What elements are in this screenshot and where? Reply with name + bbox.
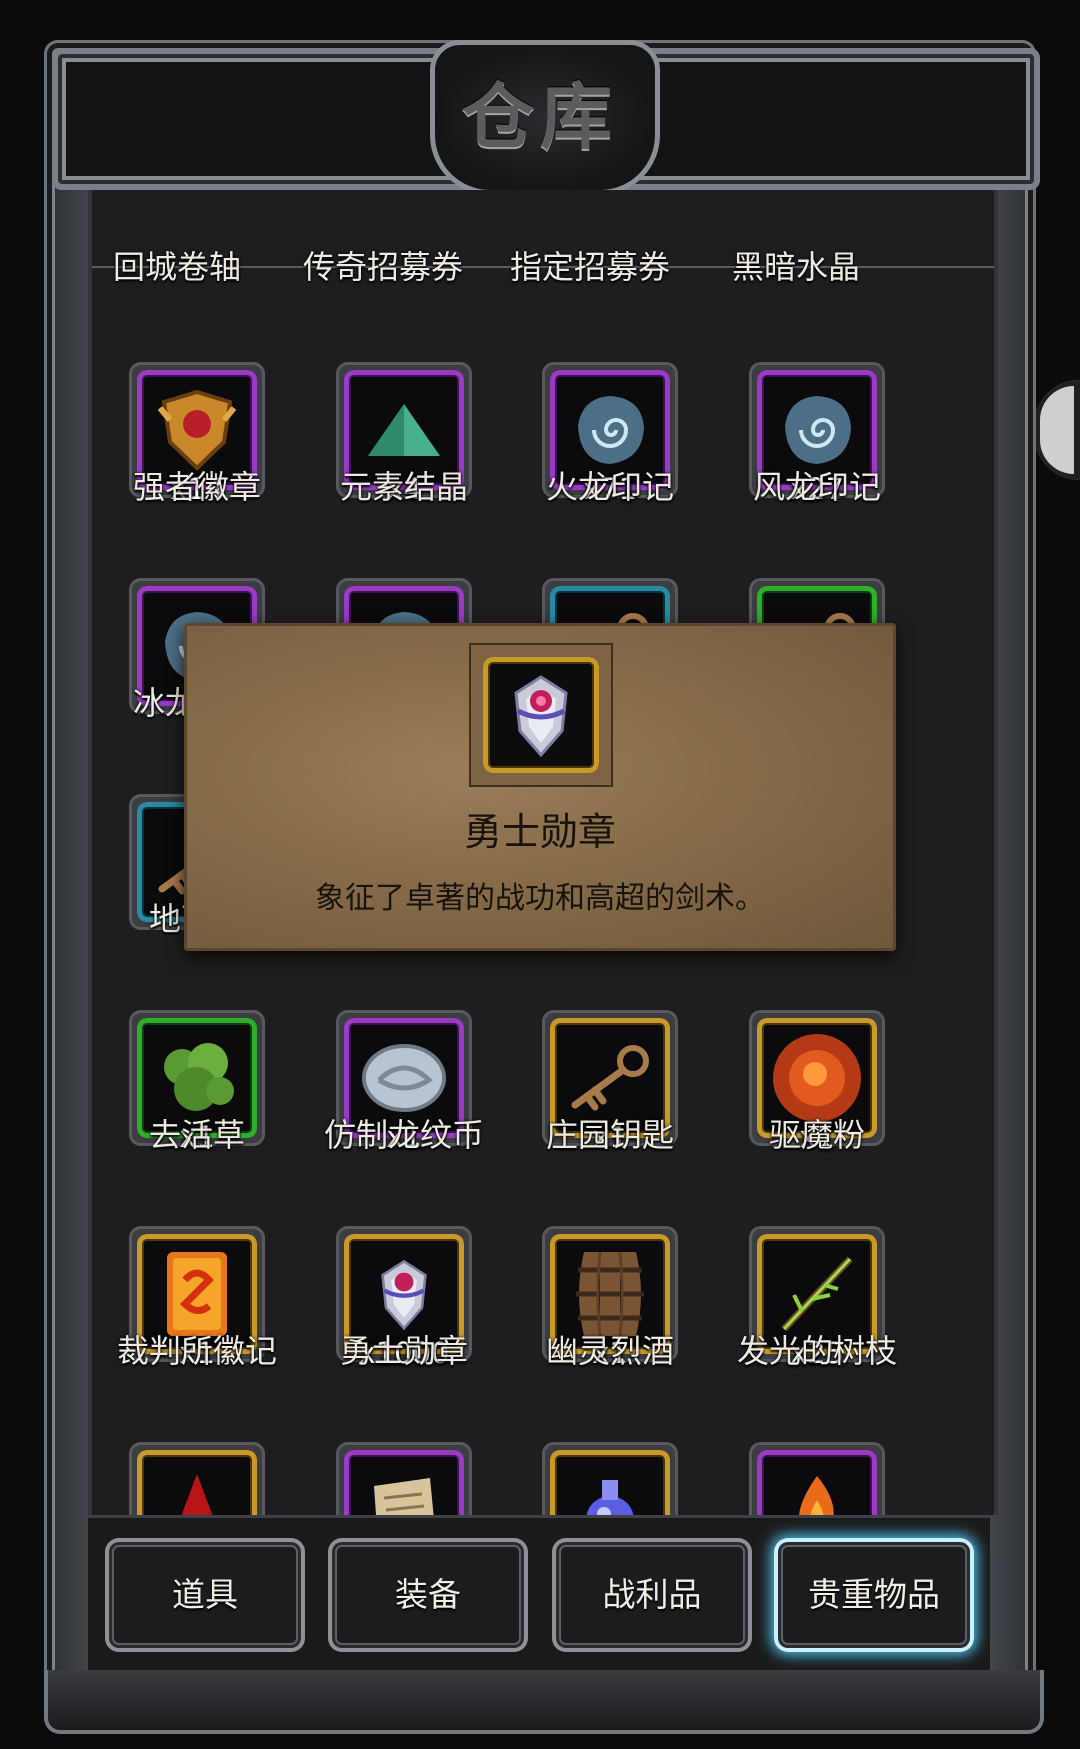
item-label: 去活草: [148, 1116, 245, 1154]
fire-icon: [757, 1450, 877, 1515]
inventory-slot[interactable]: [336, 1442, 472, 1515]
bottom-ornament: [44, 1670, 1044, 1734]
tab-equipment[interactable]: 装备: [328, 1538, 528, 1652]
item-label: 风龙印记: [752, 468, 881, 506]
top-row-labels: 回城卷轴 传奇招募券 指定招募券 黑暗水晶: [92, 248, 994, 322]
page-title: 仓库: [461, 74, 618, 159]
tooltip-item-name: 勇士勋章: [463, 810, 616, 854]
item-label: 庄园钥匙: [545, 1116, 674, 1154]
item-label: 回城卷轴: [112, 248, 241, 286]
item-label: 传奇招募券: [302, 248, 463, 286]
item-tooltip: 勇士勋章 象征了卓著的战功和高超的剑术。: [184, 623, 896, 951]
tab-bar: 道具 装备 战利品 贵重物品: [88, 1515, 990, 1673]
tooltip-icon-frame: [469, 643, 613, 787]
inventory-slot[interactable]: [129, 1442, 265, 1515]
tab-loot[interactable]: 战利品: [552, 1538, 752, 1652]
red-spike-icon: [137, 1450, 257, 1515]
tooltip-item-description: 象征了卓著的战功和高超的剑术。: [315, 881, 765, 916]
item-label: 驱魔粉: [768, 1116, 865, 1154]
inventory-slot[interactable]: [749, 1442, 885, 1515]
inventory-slot[interactable]: [542, 1442, 678, 1515]
item-label: 指定招募券: [509, 248, 670, 286]
item-label: 仿制龙纹币: [323, 1116, 484, 1154]
tab-items[interactable]: 道具: [105, 1538, 305, 1652]
item-label: 发光的树枝: [736, 1332, 897, 1370]
tab-valuables[interactable]: 贵重物品: [774, 1538, 974, 1652]
item-label: 元素结晶: [339, 468, 468, 506]
side-decoration: [1034, 380, 1080, 480]
potion-icon: [550, 1450, 670, 1515]
item-label: 幽灵烈酒: [545, 1332, 674, 1370]
item-label: 黑暗水晶: [731, 248, 860, 286]
item-label: 强者徽章: [132, 468, 261, 506]
item-label: 勇士勋章: [339, 1332, 468, 1370]
parchment-icon: [344, 1450, 464, 1515]
medal-shield-icon: [483, 657, 599, 773]
item-label: 裁判所徽记: [116, 1332, 277, 1370]
item-label: 火龙印记: [545, 468, 674, 506]
